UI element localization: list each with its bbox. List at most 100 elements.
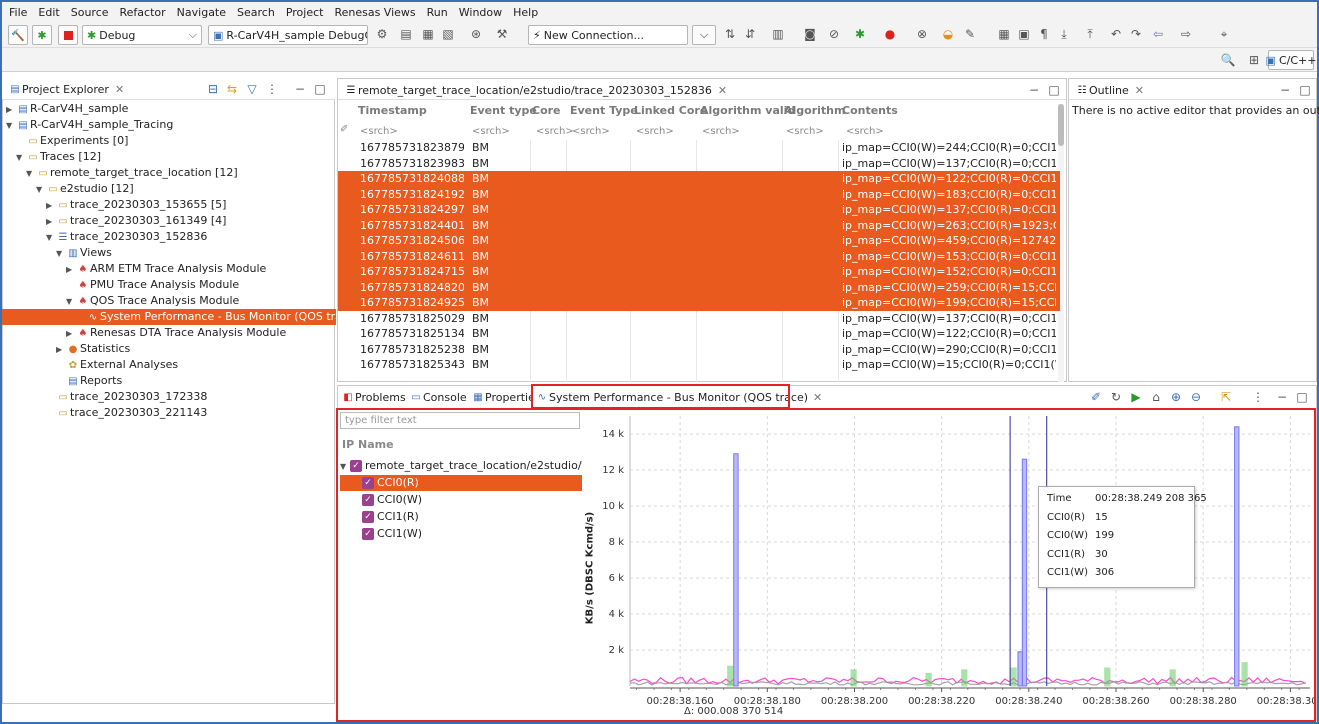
table-row[interactable]: 1677857318242970940 BM ip_map=CCI0(W)=137;…: [338, 202, 1060, 218]
tree-item[interactable]: ▼ ▤ R-CarV4H_sample_Tracing: [2, 117, 336, 133]
menu-window[interactable]: Window: [458, 5, 503, 20]
chevron-right-icon[interactable]: ▶: [46, 214, 56, 229]
link-editor-icon[interactable]: ⇆: [224, 81, 240, 97]
tree-item[interactable]: ▼ ▭ remote_target_trace_location [12]: [2, 165, 336, 181]
tree-item[interactable]: ▼ ♠ QOS Trace Analysis Module: [2, 293, 336, 309]
menu-help[interactable]: Help: [512, 5, 539, 20]
tree-item[interactable]: ▼ ☰ trace_20230303_152836: [2, 229, 336, 245]
back-icon[interactable]: ⇦: [1150, 26, 1166, 42]
table-row[interactable]: 1677857318245065548 BM ip_map=CCI0(W)=459;…: [338, 233, 1060, 249]
grid-icon[interactable]: ▦: [996, 26, 1012, 42]
menu-source[interactable]: Source: [70, 5, 110, 20]
home-icon[interactable]: ⌂: [1148, 389, 1164, 405]
column-linked-core[interactable]: Linked Core: [634, 104, 707, 117]
column-contents[interactable]: Contents: [842, 104, 898, 117]
search-field-contents[interactable]: <srch>: [846, 126, 884, 137]
tree-item[interactable]: ∿ System Performance - Bus Monitor (QOS t…: [2, 309, 336, 325]
tree-item[interactable]: ▼ ▭ Traces [12]: [2, 149, 336, 165]
pin-icon[interactable]: ✐: [1088, 389, 1104, 405]
minimize-icon[interactable]: −: [292, 81, 308, 97]
chevron-down-icon[interactable]: ▼: [26, 166, 36, 181]
launch-mode-select[interactable]: ✱ Debug ⌵: [82, 25, 202, 45]
perspective-c-cpp-button[interactable]: ▣ C/C++: [1266, 50, 1316, 70]
tree-item[interactable]: ▶ ▤ R-CarV4H_sample: [2, 101, 336, 117]
menu-project[interactable]: Project: [285, 5, 325, 20]
table-row[interactable]: 1677857318253431622 BM ip_map=CCI0(W)=15;C…: [338, 357, 1060, 373]
menu-refactor[interactable]: Refactor: [119, 5, 167, 20]
search-field-algorithm-valid[interactable]: <srch>: [702, 126, 740, 137]
table-row[interactable]: 1677857318251341993 BM ip_map=CCI0(W)=122;…: [338, 326, 1060, 342]
search-field-linked-core[interactable]: <srch>: [636, 126, 674, 137]
stop-button[interactable]: [58, 25, 78, 45]
tree-item[interactable]: ▭ Experiments [0]: [2, 133, 336, 149]
zoom-out-icon[interactable]: ⊖: [1188, 389, 1204, 405]
close-icon[interactable]: ✕: [1135, 84, 1144, 97]
pencil-icon[interactable]: ✎: [962, 26, 978, 42]
maximize-icon[interactable]: □: [1294, 389, 1310, 405]
step-over-icon[interactable]: ⇵: [742, 26, 758, 42]
column-algorithm[interactable]: Algorithm: [784, 104, 845, 117]
table-row[interactable]: 1677857318246110992 BM ip_map=CCI0(W)=153;…: [338, 248, 1060, 264]
run-icon[interactable]: ●: [882, 26, 898, 42]
column-algorithm-valid[interactable]: Algorithm valid: [700, 104, 795, 117]
connection-select[interactable]: ⚡ New Connection...: [528, 25, 688, 45]
menu-renesas-views[interactable]: Renesas Views: [333, 5, 416, 20]
tree-item[interactable]: ▶ ▭ trace_20230303_153655 [5]: [2, 197, 336, 213]
copy-icon[interactable]: ▧: [440, 26, 456, 42]
table-row[interactable]: 1677857318244019924 BM ip_map=CCI0(W)=263;…: [338, 217, 1060, 233]
table-row[interactable]: 1677857318249251945 BM ip_map=CCI0(W)=199;…: [338, 295, 1060, 311]
menu-edit[interactable]: Edit: [37, 5, 60, 20]
zoom-in-icon[interactable]: ⊕: [1168, 389, 1184, 405]
hammer-build-button[interactable]: 🔨: [8, 25, 28, 45]
search-icon[interactable]: 🔍: [1220, 52, 1236, 68]
refresh-icon[interactable]: ↻: [1108, 389, 1124, 405]
table-row[interactable]: 1677857318252388697 BM ip_map=CCI0(W)=290;…: [338, 342, 1060, 358]
chevron-right-icon[interactable]: ▶: [66, 326, 76, 341]
maximize-icon[interactable]: □: [1297, 82, 1313, 98]
debug-bug-button[interactable]: ✱: [32, 25, 52, 45]
open-perspective-icon[interactable]: ⊞: [1246, 52, 1262, 68]
filter-icon[interactable]: ▽: [244, 81, 260, 97]
menu-search[interactable]: Search: [236, 5, 276, 20]
table-row[interactable]: 1677857318247157097 BM ip_map=CCI0(W)=152;…: [338, 264, 1060, 280]
step-icon[interactable]: ⇅: [722, 26, 738, 42]
menu-run[interactable]: Run: [426, 5, 449, 20]
save-icon[interactable]: ▦: [420, 26, 436, 42]
table-row[interactable]: 1677857318241926936 BM ip_map=CCI0(W)=183;…: [338, 186, 1060, 202]
annotation-prev-icon[interactable]: ⤒: [1082, 26, 1098, 42]
column-event-type[interactable]: Event type: [470, 104, 537, 117]
search-field-timestamp[interactable]: <srch>: [360, 126, 398, 137]
minimize-icon[interactable]: −: [1274, 389, 1290, 405]
debug-icon[interactable]: ✱: [852, 26, 868, 42]
connection-dropdown-button[interactable]: ⌵: [692, 25, 716, 45]
table-row[interactable]: 1677857318238790123 BM ip_map=CCI0(W)=244;…: [338, 140, 1060, 156]
launch-config-select[interactable]: ▣ R-CarV4H_sample DebugOr: [208, 25, 368, 45]
tool-icon[interactable]: ⚒: [494, 26, 510, 42]
collapse-all-icon[interactable]: ⊟: [205, 81, 221, 97]
table-row[interactable]: 1677857318239836527 BM ip_map=CCI0(W)=137;…: [338, 156, 1060, 172]
tab-trace-editor[interactable]: ☰ remote_target_trace_location/e2studio/t…: [338, 79, 733, 101]
chevron-down-icon[interactable]: ▼: [66, 294, 76, 309]
back-history-icon[interactable]: ↶: [1108, 26, 1124, 42]
folder-open-icon[interactable]: ◒: [940, 26, 956, 42]
chevron-down-icon[interactable]: ▼: [56, 246, 66, 261]
menu-navigate[interactable]: Navigate: [176, 5, 227, 20]
pilcrow-icon[interactable]: ¶: [1036, 26, 1052, 42]
chevron-down-icon[interactable]: ▼: [16, 150, 26, 165]
tree-item[interactable]: ▶ ● Statistics: [2, 341, 336, 357]
tree-item[interactable]: ▶ ♠ ARM ETM Trace Analysis Module: [2, 261, 336, 277]
tree-item[interactable]: ▼ ▥ Views: [2, 245, 336, 261]
chevron-down-icon[interactable]: ▼: [46, 230, 56, 245]
tab-project-explorer[interactable]: ▤ Project Explorer ✕: [2, 78, 130, 100]
tree-item[interactable]: ▭ trace_20230303_221143: [2, 405, 336, 421]
minimize-icon[interactable]: −: [1277, 82, 1293, 98]
close-icon[interactable]: ✕: [115, 83, 124, 96]
column-timestamp[interactable]: Timestamp: [358, 104, 427, 117]
maximize-icon[interactable]: □: [312, 81, 328, 97]
export-icon[interactable]: ⇱: [1218, 389, 1234, 405]
skip-icon[interactable]: ⊗: [914, 26, 930, 42]
annotation-icon[interactable]: ⤓: [1056, 26, 1072, 42]
tree-item[interactable]: ▤ Reports: [2, 373, 336, 389]
table-row[interactable]: 1677857318250296969 BM ip_map=CCI0(W)=137;…: [338, 311, 1060, 327]
registers-icon[interactable]: ▥: [770, 26, 786, 42]
